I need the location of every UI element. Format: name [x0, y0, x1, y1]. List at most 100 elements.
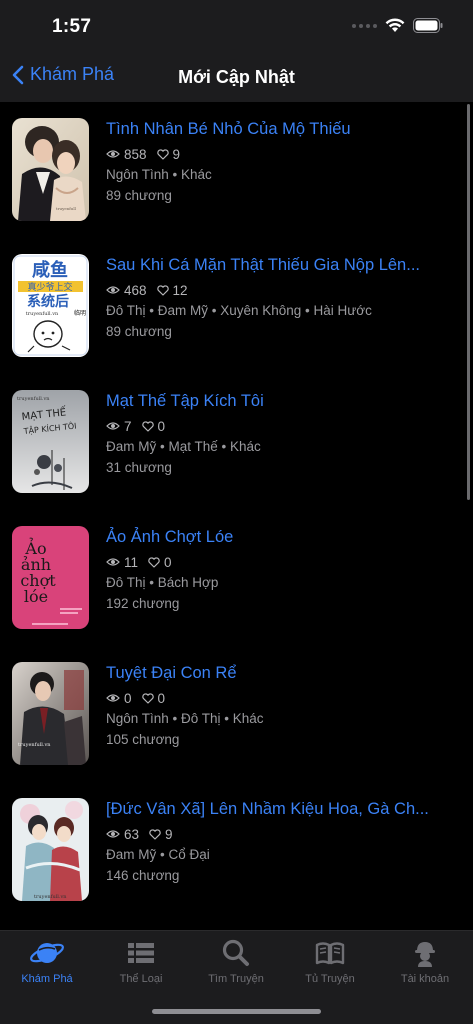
navigation-bar: Khám Phá Mới Cập Nhật — [0, 56, 473, 102]
book-genres: Ngôn Tình • Đô Thị • Khác — [106, 711, 264, 726]
book-cover: truyenfull — [12, 118, 89, 221]
tab-kham-pha[interactable]: Khám Phá — [0, 937, 94, 993]
book-row[interactable]: truyenfull.vn [Đức Vân Xã] Lên Nhầm Kiệu… — [0, 782, 473, 918]
status-bar: 1:57 — [0, 0, 473, 56]
book-list[interactable]: truyenfull Tình Nhân Bé Nhỏ Của Mộ Thiếu… — [0, 102, 473, 930]
heart-icon — [141, 692, 154, 704]
svg-text:lóe: lóe — [24, 587, 48, 606]
eye-icon — [106, 830, 120, 838]
book-chapters: 105 chương — [106, 732, 180, 747]
cover-title: 咸鱼 — [32, 259, 68, 281]
book-title[interactable]: Sau Khi Cá Mặn Thật Thiếu Gia Nộp Lên... — [106, 254, 456, 276]
planet-icon — [30, 943, 64, 963]
book-info: [Đức Vân Xã] Lên Nhầm Kiệu Hoa, Gà Ch...… — [106, 798, 456, 885]
heart-icon — [141, 420, 154, 432]
book-title[interactable]: Ảo Ảnh Chợt Lóe — [106, 526, 456, 548]
svg-text:truyenfull.vn: truyenfull.vn — [17, 396, 50, 402]
book-title[interactable]: [Đức Vân Xã] Lên Nhầm Kiệu Hoa, Gà Ch... — [106, 798, 456, 820]
book-info: Tuyệt Đại Con Rể 0 0 Ngôn Tình • Đô Thị … — [106, 662, 456, 749]
list-icon — [128, 943, 154, 963]
tab-label: Khám Phá — [21, 973, 73, 985]
like-count: 9 — [149, 827, 173, 842]
book-chapters: 192 chương — [106, 596, 180, 611]
search-icon — [222, 939, 249, 966]
svg-text:truyenfull.vn: truyenfull.vn — [18, 742, 51, 748]
like-count: 12 — [156, 283, 188, 298]
book-info: Tình Nhân Bé Nhỏ Của Mộ Thiếu 858 9 Ngôn… — [106, 118, 456, 205]
battery-icon — [413, 18, 443, 33]
book-row[interactable]: truyenfull.vn Tuyệt Đại Con Rể 0 0 Ngôn … — [0, 646, 473, 782]
scrollbar[interactable] — [467, 104, 470, 500]
tab-tu-truyen[interactable]: Tủ Truyện — [283, 937, 377, 993]
book-cover: Ảo ảnh chợt lóe — [12, 526, 89, 629]
book-title[interactable]: Mạt Thế Tập Kích Tôi — [106, 390, 456, 412]
book-row[interactable]: truyenfull Tình Nhân Bé Nhỏ Của Mộ Thiếu… — [0, 102, 473, 238]
tab-label: Thể Loại — [119, 973, 163, 985]
tab-tai-khoan[interactable]: Tài khoản — [378, 937, 472, 993]
book-stats: 11 0 — [106, 553, 456, 571]
book-chapters: 89 chương — [106, 188, 172, 203]
view-count: 468 — [106, 283, 147, 298]
view-count: 63 — [106, 827, 139, 842]
eye-icon — [106, 150, 120, 158]
user-icon — [415, 942, 435, 967]
cover-watermark: truyenfull — [56, 206, 77, 211]
book-genres: Ngôn Tình • Khác — [106, 167, 212, 182]
tab-label: Tài khoản — [400, 973, 450, 985]
heart-icon — [148, 556, 160, 568]
book-chapters: 31 chương — [106, 460, 172, 475]
book-info: Mạt Thế Tập Kích Tôi 7 0 Đam Mỹ • Mạt Th… — [106, 390, 456, 477]
book-genres: Đô Thị • Đam Mỹ • Xuyên Không • Hài Hước — [106, 303, 372, 318]
like-count: 0 — [141, 419, 165, 434]
book-cover: truyenfull.vn MẠT THẾ TẬP KÍCH TÔI — [12, 390, 89, 493]
book-chapters: 146 chương — [106, 868, 180, 883]
book-cover: truyenfull.vn — [12, 798, 89, 901]
book-stats: 7 0 — [106, 417, 456, 435]
book-title[interactable]: Tình Nhân Bé Nhỏ Của Mộ Thiếu — [106, 118, 456, 140]
eye-icon — [106, 422, 120, 430]
book-row[interactable]: truyenfull.vn MẠT THẾ TẬP KÍCH TÔI Mạt T… — [0, 374, 473, 510]
view-count: 11 — [106, 555, 138, 570]
book-stats: 0 0 — [106, 689, 456, 707]
book-cover: truyenfull.vn — [12, 662, 89, 765]
heart-icon — [156, 284, 169, 296]
like-count: 0 — [148, 555, 172, 570]
book-genres: Đô Thị • Bách Hợp — [106, 575, 219, 590]
view-count: 858 — [106, 147, 147, 162]
heart-icon — [149, 828, 161, 840]
heart-icon — [156, 148, 169, 160]
view-count: 7 — [106, 419, 132, 434]
status-icons — [352, 18, 443, 33]
eye-icon — [106, 694, 120, 702]
tab-label: Tìm Truyện — [208, 973, 264, 985]
book-stats: 63 9 — [106, 825, 456, 843]
tab-tim-truyen[interactable]: Tìm Truyện — [189, 937, 283, 993]
like-count: 9 — [156, 147, 180, 162]
book-info: Ảo Ảnh Chợt Lóe 11 0 Đô Thị • Bách Hợp 1… — [106, 526, 456, 613]
svg-text:临明: 临明 — [74, 309, 86, 317]
page-title: Mới Cập Nhật — [178, 67, 295, 87]
cellular-signal-icon — [352, 23, 377, 28]
book-title[interactable]: Tuyệt Đại Con Rể — [106, 662, 456, 684]
book-info: Sau Khi Cá Mặn Thật Thiếu Gia Nộp Lên...… — [106, 254, 456, 341]
status-time: 1:57 — [52, 16, 92, 37]
book-row[interactable]: 咸鱼 真少爷上交 系统后 truyenfull.vn 临明 Sau Khi Cá… — [0, 238, 473, 374]
svg-text:系统后: 系统后 — [27, 293, 69, 310]
eye-icon — [106, 558, 120, 566]
home-indicator[interactable] — [152, 1009, 321, 1014]
like-count: 0 — [141, 691, 165, 706]
book-icon — [315, 942, 345, 965]
book-chapters: 89 chương — [106, 324, 172, 339]
book-row[interactable]: Ảo ảnh chợt lóe Ảo Ảnh Chợt Lóe 11 0 Đô … — [0, 510, 473, 646]
wifi-icon — [385, 18, 405, 32]
svg-text:真少爷上交: 真少爷上交 — [27, 281, 72, 293]
book-stats: 468 12 — [106, 281, 456, 299]
tab-the-loai[interactable]: Thể Loại — [94, 937, 188, 993]
book-stats: 858 9 — [106, 145, 456, 163]
view-count: 0 — [106, 691, 132, 706]
svg-text:truyenfull.vn: truyenfull.vn — [34, 894, 67, 900]
tab-label: Tủ Truyện — [305, 973, 355, 985]
book-genres: Đam Mỹ • Cổ Đại — [106, 847, 210, 862]
eye-icon — [106, 286, 120, 294]
book-cover: 咸鱼 真少爷上交 系统后 truyenfull.vn 临明 — [12, 254, 89, 357]
